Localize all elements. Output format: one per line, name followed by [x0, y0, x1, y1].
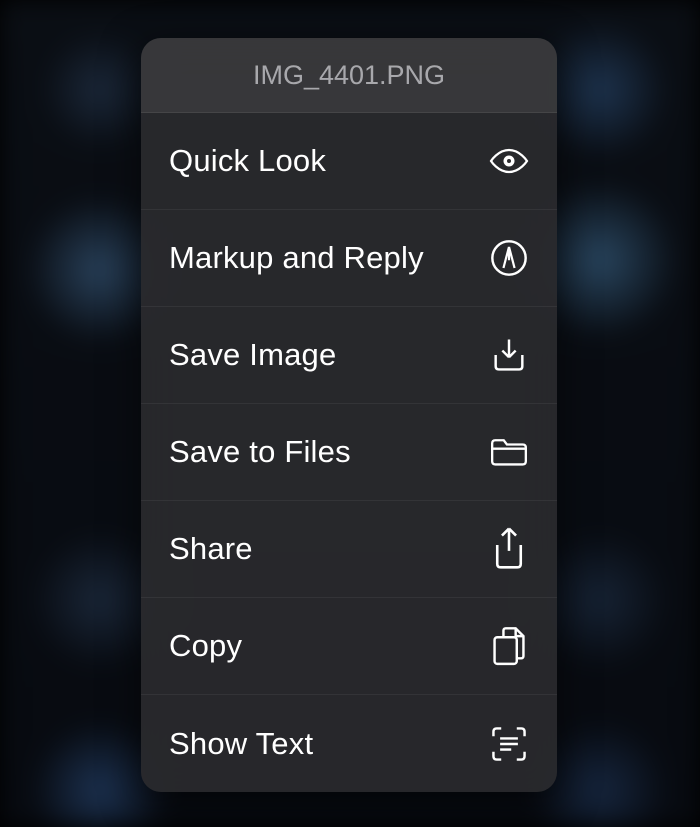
- menu-item-show-text[interactable]: Show Text: [141, 695, 557, 792]
- menu-title: IMG_4401.PNG: [141, 38, 557, 113]
- menu-item-save-image[interactable]: Save Image: [141, 307, 557, 404]
- folder-icon: [489, 432, 529, 472]
- context-menu: IMG_4401.PNG Quick Look Markup and Reply…: [141, 38, 557, 792]
- markup-icon: [489, 238, 529, 278]
- menu-item-markup-reply[interactable]: Markup and Reply: [141, 210, 557, 307]
- download-icon: [489, 335, 529, 375]
- menu-item-share[interactable]: Share: [141, 501, 557, 598]
- share-icon: [489, 529, 529, 569]
- menu-item-quick-look[interactable]: Quick Look: [141, 113, 557, 210]
- menu-item-label: Markup and Reply: [169, 240, 424, 276]
- menu-item-label: Show Text: [169, 726, 313, 762]
- text-scan-icon: [489, 724, 529, 764]
- copy-icon: [489, 626, 529, 666]
- menu-item-copy[interactable]: Copy: [141, 598, 557, 695]
- menu-item-save-to-files[interactable]: Save to Files: [141, 404, 557, 501]
- menu-title-text: IMG_4401.PNG: [253, 60, 445, 91]
- menu-item-label: Save Image: [169, 337, 336, 373]
- eye-icon: [489, 141, 529, 181]
- menu-item-label: Quick Look: [169, 143, 326, 179]
- menu-item-label: Copy: [169, 628, 242, 664]
- menu-item-label: Save to Files: [169, 434, 351, 470]
- menu-item-label: Share: [169, 531, 253, 567]
